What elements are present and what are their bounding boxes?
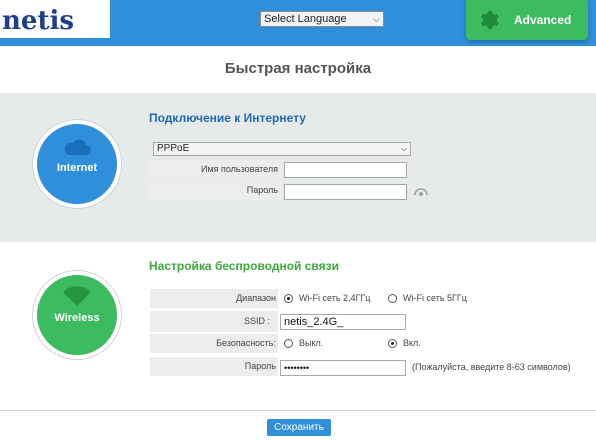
save-button[interactable]: Сохранить [267, 419, 331, 436]
connection-type-value: PPPoE [157, 143, 190, 154]
username-label: Имя пользователя [200, 164, 278, 174]
security-row: Безопасность: [150, 334, 278, 353]
band-5ghz-radio[interactable] [388, 294, 397, 303]
language-select[interactable]: Select Language ⌵ [260, 11, 384, 27]
username-field[interactable] [284, 162, 407, 178]
wireless-circle: Wireless [33, 271, 121, 359]
footer-divider [0, 410, 596, 411]
language-select-value: Select Language [264, 13, 347, 25]
password-hint: (Пожалуйста, введите 8-63 символов) [412, 362, 571, 372]
ssid-row: SSID : [150, 311, 278, 332]
wifi-icon [63, 286, 91, 306]
security-off-radio[interactable] [284, 339, 293, 348]
pppoe-password-row: Пароль [150, 181, 282, 200]
chevron-down-icon: ⌵ [400, 144, 407, 153]
pppoe-password-field[interactable] [284, 184, 407, 200]
band-label: Диапазон [236, 293, 276, 303]
wireless-section-title: Настройка беспроводной связи [149, 259, 339, 273]
security-off-label: Выкл. [299, 338, 324, 348]
logo-area: netis [0, 0, 110, 38]
netis-logo: netis [2, 6, 74, 36]
wifi-password-field[interactable]: •••••••• [280, 360, 406, 376]
ssid-label: SSID : [243, 316, 270, 326]
wireless-circle-label: Wireless [54, 312, 100, 324]
cloud-icon [64, 139, 91, 155]
pppoe-password-label: Пароль [246, 185, 278, 195]
security-on-radio[interactable] [388, 339, 397, 348]
gear-icon [481, 11, 499, 29]
show-password-icon[interactable] [414, 187, 428, 197]
page-title: Быстрая настройка [224, 60, 372, 77]
connection-type-select[interactable]: PPPoE ⌵ [153, 142, 411, 156]
band-row: Диапазон [150, 289, 278, 308]
chevron-down-icon: ⌵ [373, 14, 380, 24]
band-24ghz-label: Wi-Fi сеть 2,4ГГц [299, 293, 371, 303]
wifi-password-row: Пароль [150, 357, 278, 376]
band-5ghz-label: Wi-Fi сеть 5ГГц [403, 293, 467, 303]
internet-circle: Internet [33, 120, 121, 208]
wifi-password-label: Пароль [244, 361, 276, 371]
security-on-label: Вкл. [403, 338, 421, 348]
ssid-field[interactable]: netis_2.4G_ [280, 314, 406, 330]
username-row: Имя пользователя [150, 160, 282, 179]
internet-section-title: Подключение к Интернету [149, 111, 306, 125]
internet-circle-label: Internet [56, 162, 98, 174]
top-header: netis Select Language ⌵ Advanced [0, 0, 596, 46]
advanced-button[interactable]: Advanced [466, 0, 588, 40]
security-label: Безопасность: [216, 338, 276, 348]
band-24ghz-radio[interactable] [284, 294, 293, 303]
advanced-label: Advanced [514, 13, 572, 27]
